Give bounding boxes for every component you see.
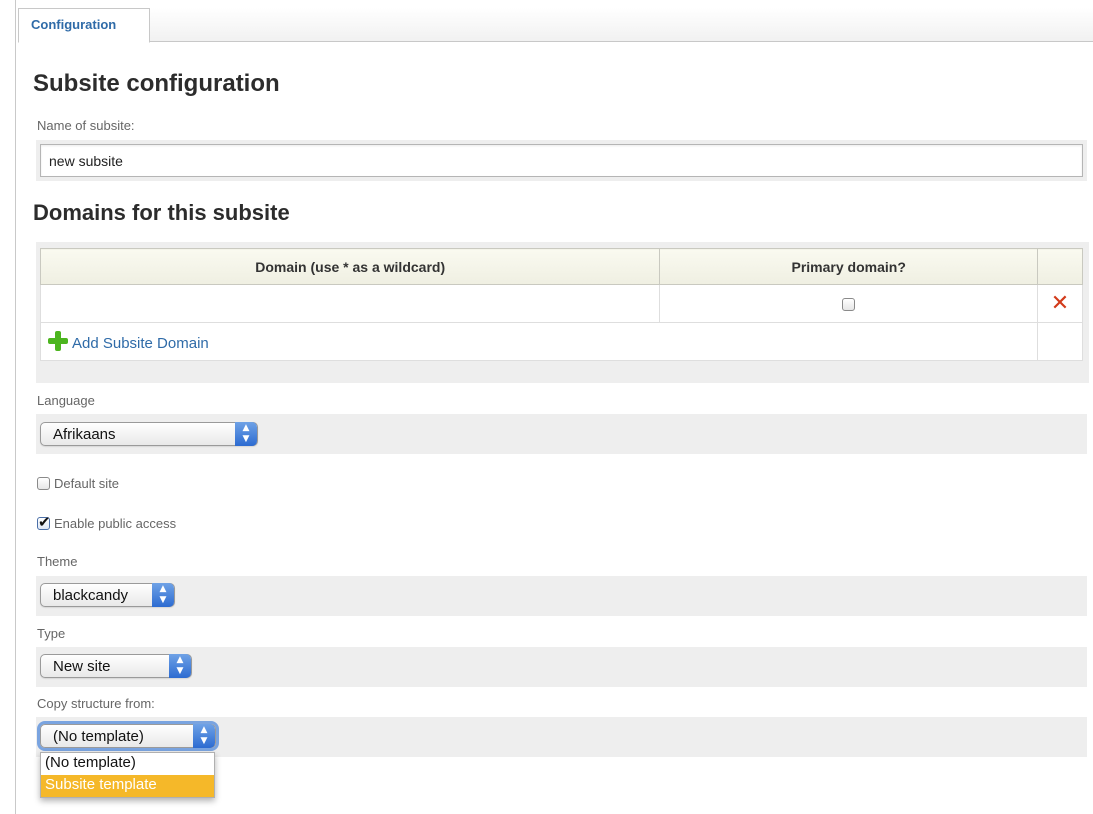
delete-cell: ✕	[1037, 284, 1083, 323]
add-subsite-domain-link[interactable]: Add Subsite Domain	[72, 335, 209, 352]
tab-bar: Configuration	[18, 8, 1093, 43]
table-row: Add Subsite Domain	[39, 322, 1083, 361]
table-header-row: Domain (use * as a wildcard) Primary dom…	[39, 248, 1083, 285]
default-site-row[interactable]: Default site	[37, 476, 119, 491]
column-header-actions	[1037, 248, 1083, 285]
theme-select[interactable]: blackcandy ▲ ▼	[40, 583, 175, 607]
default-site-label: Default site	[54, 476, 120, 491]
domain-cell[interactable]	[39, 284, 661, 323]
dropdown-option-subsite-template[interactable]: Subsite template	[41, 775, 214, 797]
column-header-domain: Domain (use * as a wildcard)	[39, 248, 661, 285]
plus-icon[interactable]	[48, 331, 68, 351]
column-header-primary: Primary domain?	[659, 248, 1039, 285]
domains-heading: Domains for this subsite	[33, 200, 290, 225]
primary-domain-checkbox[interactable]	[842, 298, 856, 312]
page-title: Subsite configuration	[33, 70, 280, 97]
close-x-icon[interactable]: ✕	[1051, 291, 1069, 316]
theme-label: Theme	[37, 554, 78, 569]
type-label: Type	[37, 626, 66, 641]
type-band	[36, 647, 1087, 687]
type-select-value: New site	[53, 658, 111, 675]
copy-structure-select[interactable]: (No template) ▲ ▼	[40, 724, 216, 748]
public-access-row[interactable]: Enable public access	[37, 513, 177, 531]
domains-table: Domain (use * as a wildcard) Primary dom…	[39, 248, 1083, 361]
name-label: Name of subsite:	[37, 118, 135, 133]
copy-structure-dropdown: (No template) Subsite template	[40, 752, 215, 798]
default-site-checkbox[interactable]	[37, 477, 50, 490]
primary-cell	[659, 284, 1039, 323]
type-select[interactable]: New site ▲ ▼	[40, 654, 192, 678]
tab-configuration[interactable]: Configuration	[18, 8, 150, 43]
subsite-name-input[interactable]	[40, 144, 1083, 177]
language-label: Language	[37, 393, 95, 408]
table-row: ✕	[39, 284, 1083, 323]
copy-structure-label: Copy structure from:	[37, 696, 155, 711]
dropdown-option-no-template[interactable]: (No template)	[41, 753, 214, 775]
language-select[interactable]: Afrikaans ▲ ▼	[40, 422, 258, 446]
updown-arrows-icon: ▲ ▼	[152, 583, 174, 607]
public-access-checkbox[interactable]	[37, 513, 51, 531]
public-access-label: Enable public access	[54, 516, 177, 531]
theme-select-value: blackcandy	[53, 587, 129, 604]
theme-band	[36, 576, 1087, 616]
copy-structure-select-value: (No template)	[53, 728, 144, 745]
updown-arrows-icon: ▲ ▼	[193, 724, 215, 748]
empty-cell	[1037, 322, 1083, 361]
left-border	[15, 0, 16, 814]
add-domain-cell: Add Subsite Domain	[39, 322, 1039, 361]
language-select-value: Afrikaans	[53, 426, 116, 443]
updown-arrows-icon: ▲ ▼	[235, 422, 257, 446]
updown-arrows-icon: ▲ ▼	[169, 654, 191, 678]
